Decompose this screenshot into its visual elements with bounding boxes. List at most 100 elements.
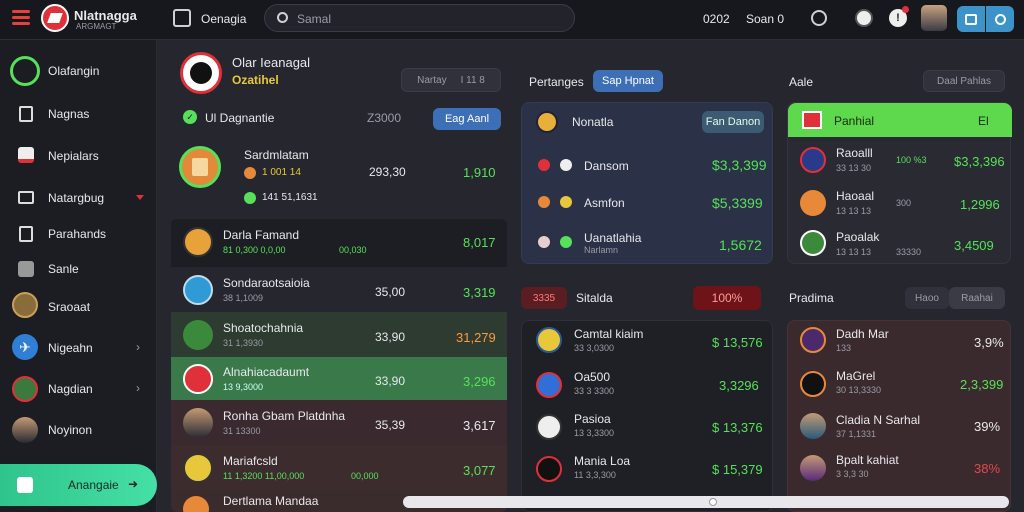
sidebar-item-label[interactable]: Parahands xyxy=(48,227,106,241)
refresh-icon[interactable] xyxy=(811,10,827,26)
list-item[interactable]: Pasioa 13 3,3300 $ 13,376 xyxy=(522,408,772,450)
odds-sub: Narlamn xyxy=(584,245,619,255)
match-name: Alnahiacadaumt xyxy=(223,365,310,379)
item-value[interactable]: 3,3296 xyxy=(719,378,759,393)
chevron-right-icon[interactable]: › xyxy=(136,340,140,354)
chevron-down-icon[interactable] xyxy=(136,195,144,200)
search-input[interactable]: Samal xyxy=(297,12,331,26)
match-meta: 31 13300 xyxy=(223,426,261,436)
item-value[interactable]: 3,9% xyxy=(974,335,1004,350)
item-meta: 33 3,0300 xyxy=(574,343,615,353)
card-button[interactable]: Fan Danon xyxy=(702,111,764,133)
item-value[interactable]: $ 15,379 xyxy=(712,462,763,477)
tab-label[interactable]: Pertanges xyxy=(529,75,584,89)
match-row[interactable]: Mariafcsld 11 1,3200 11,00,000 00,000 3,… xyxy=(171,445,507,490)
section-tab-1[interactable]: Haoo xyxy=(905,287,949,309)
highlight-label: Panhial xyxy=(834,114,875,128)
list-item[interactable]: Oa500 33 3 3300 3,3296 xyxy=(522,366,772,408)
settings-button[interactable] xyxy=(986,6,1014,32)
match-score: 31,279 xyxy=(456,330,496,345)
item-name: Dadh Mar xyxy=(836,327,889,341)
item-meta: 30 13,3330 xyxy=(836,385,882,395)
match-name: Darla Famand xyxy=(223,228,300,242)
section-tab-2[interactable]: Raahai xyxy=(949,287,1005,309)
wallet-button[interactable] xyxy=(957,6,985,32)
list-item[interactable]: Camtal kiaim 33 3,0300 $ 13,576 xyxy=(522,321,772,366)
avatar[interactable] xyxy=(921,5,947,31)
list-item[interactable]: Dadh Mar 133 3,9% xyxy=(788,321,1010,365)
row-value[interactable]: $3,3,396 xyxy=(954,154,1005,169)
sidebar-item-label[interactable]: Nepialars xyxy=(48,149,99,163)
menu-icon[interactable] xyxy=(12,10,30,28)
search-box[interactable]: Samal xyxy=(264,4,575,32)
team-badge-icon xyxy=(183,227,213,257)
match-value: 35,00 xyxy=(375,285,406,299)
scroll-thumb[interactable] xyxy=(709,498,717,506)
team-badge-icon xyxy=(536,372,562,398)
panel-title: Olar Ieanagal xyxy=(232,55,311,70)
tab-button[interactable]: Sap Hpnat xyxy=(593,70,663,92)
tab-button[interactable]: Daal Pahlas xyxy=(923,70,1005,92)
row-value[interactable]: 1,2996 xyxy=(960,197,1000,212)
sidebar-item-label[interactable]: Nigeahn xyxy=(48,341,93,355)
match-value: 35,39 xyxy=(375,418,406,432)
sidebar-item-label[interactable]: Sraoaat xyxy=(48,300,90,314)
chat-icon xyxy=(17,477,33,493)
row-value[interactable]: 3,4509 xyxy=(954,238,994,253)
score-readout: Soan 0 xyxy=(746,12,785,26)
odds-value[interactable]: $3,3,399 xyxy=(712,157,767,173)
action-button[interactable]: Eag Aanl xyxy=(433,108,501,130)
row-meta: 13 13 13 xyxy=(836,206,872,216)
list-item[interactable]: Cladia N Sarhal 37 1,1331 39% xyxy=(788,407,1010,449)
sidebar-item-label[interactable]: Natargbug xyxy=(48,191,104,205)
match-meta: 38 1,1009 xyxy=(223,293,264,303)
match-row[interactable]: Sondaraotsaioia 38 1,1009 35,00 3,319 xyxy=(171,267,507,312)
match-meta2: 00,030 xyxy=(339,245,367,255)
list-item[interactable]: Mania Loa 11 3,3,300 $ 15,379 xyxy=(522,450,772,492)
left-panel: Olar Ieanagal Ozatihel Nartay I 11 8 ✓ U… xyxy=(171,40,507,512)
list-item[interactable]: Bpalt kahiat 3 3,3 30 38% xyxy=(788,449,1010,491)
sidebar-item-label[interactable]: Nagnas xyxy=(48,107,89,121)
item-value[interactable]: $ 13,576 xyxy=(712,335,763,350)
soccer-ball-icon[interactable] xyxy=(855,9,873,27)
sidebar-item-label[interactable]: Noyinon xyxy=(48,423,92,437)
item-value[interactable]: 2,3,399 xyxy=(960,377,1003,392)
match-name: Shoatochahnia xyxy=(223,321,304,335)
item-value[interactable]: $ 13,376 xyxy=(712,420,763,435)
chevron-right-icon[interactable]: › xyxy=(136,381,140,395)
highlight-card: Panhial El Raoalll 33 13 30 100 %3 $3,3,… xyxy=(787,102,1012,264)
match-row[interactable]: Darla Famand 81 0,300 0,0,00 00,030 8,01… xyxy=(171,219,507,267)
item-meta: 33 3 3300 xyxy=(574,386,615,396)
horizontal-scrollbar[interactable] xyxy=(403,496,1009,508)
team-badge-icon xyxy=(800,190,826,216)
odds-value[interactable]: $5,3399 xyxy=(712,195,763,211)
item-value[interactable]: 38% xyxy=(974,461,1000,476)
item-meta: 37 1,1331 xyxy=(836,429,877,439)
item-meta: 11 3,3,300 xyxy=(574,470,616,480)
match-row[interactable]: Shoatochahnia 31 1,3930 33,90 31,279 xyxy=(171,312,507,357)
match-row-selected[interactable]: Alnahiacadaumt 13 9,3000 33,90 3,296 xyxy=(171,357,507,400)
match-row[interactable]: Ronha Gbam Platdnha 31 13300 35,39 3,617 xyxy=(171,400,507,445)
odds-value[interactable]: 1,5672 xyxy=(719,237,762,253)
cta-button[interactable]: Anangaie ➜ xyxy=(0,464,157,506)
team-badge-icon xyxy=(179,146,221,188)
item-value[interactable]: 39% xyxy=(974,419,1000,434)
match-meta: 31 1,3930 xyxy=(223,338,264,348)
tab-label[interactable]: Aale xyxy=(789,75,813,89)
match-score: 1,910 xyxy=(463,165,496,180)
sidebar-item-label[interactable]: Olafangin xyxy=(48,64,99,78)
sidebar: Olafangin Nagnas Nepialars Natargbug Par… xyxy=(0,40,157,512)
player-avatar xyxy=(183,408,213,438)
arrow-icon: ➜ xyxy=(128,477,139,491)
sidebar-item-label[interactable]: Sanle xyxy=(48,262,79,276)
row-meta: 33 13 30 xyxy=(836,163,872,173)
sidebar-item-label[interactable]: Nagdian xyxy=(48,382,93,396)
featured-match[interactable]: Sardmlatam 1 001 14 141 51,1631 293,30 1… xyxy=(171,136,507,218)
list-item[interactable]: MaGrel 30 13,3330 2,3,399 xyxy=(788,365,1010,407)
tab-filter[interactable]: Nartay I 11 8 xyxy=(401,68,501,92)
match-name: Ronha Gbam Platdnha xyxy=(223,409,346,423)
gear-icon xyxy=(994,13,1006,25)
team-badge-icon xyxy=(183,496,209,512)
highlight-bar[interactable]: Panhial El xyxy=(788,103,1012,137)
dashboard-icon[interactable] xyxy=(173,9,191,27)
